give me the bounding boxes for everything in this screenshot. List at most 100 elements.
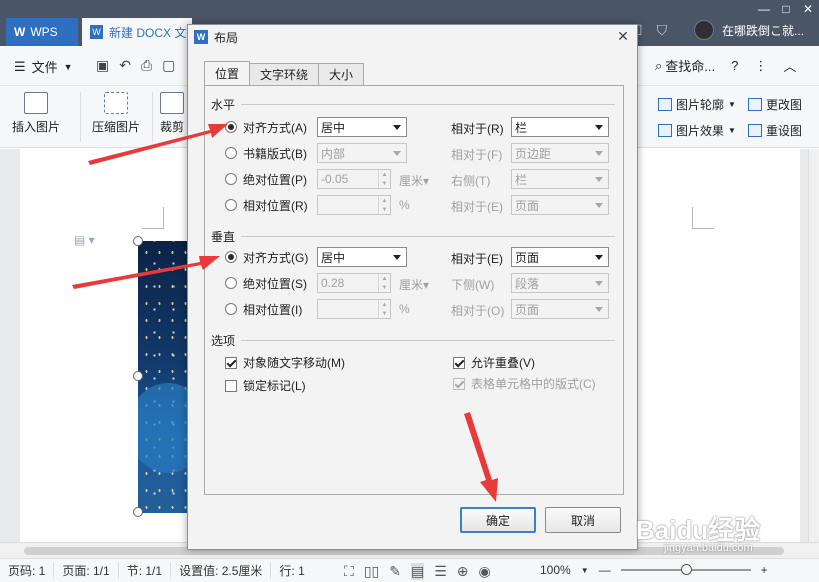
resize-handle-bottom-left[interactable] [133, 507, 143, 517]
h-relative-relative-select[interactable]: 页面 [511, 195, 609, 215]
pen-icon[interactable]: ✎ [389, 563, 401, 580]
v-alignment-select[interactable]: 居中 [317, 247, 407, 267]
insert-picture-button[interactable]: 插入图片 [12, 92, 60, 135]
cancel-button[interactable]: 取消 [545, 507, 621, 533]
dialog-title-bar[interactable]: W 布局 [188, 25, 637, 49]
outline-view-icon[interactable]: ☰ [434, 563, 447, 580]
compress-picture-button[interactable]: 压缩图片 [92, 92, 140, 135]
picture-outline-button[interactable]: 图片轮廓 ▼ [658, 96, 736, 113]
v-alignment-relative-select[interactable]: 页面 [511, 247, 609, 267]
h-absolute-radio[interactable] [225, 173, 237, 185]
spinner-arrows-icon[interactable]: ▲ ▼ [378, 274, 390, 292]
zoom-control: 100% ▼ — + [540, 563, 768, 577]
eye-protection-icon[interactable]: ◉ [479, 563, 491, 580]
h-book-layout-radio[interactable] [225, 147, 237, 159]
dialog-close-icon[interactable]: ✕ [615, 28, 631, 44]
h-relative-spinner[interactable]: ▲ ▼ [317, 195, 391, 215]
search-command[interactable]: ⌕ 查找命... [655, 56, 715, 75]
outline-icon [658, 98, 672, 111]
file-menu-label: 文件 [31, 60, 58, 75]
v-alignment-radio[interactable] [225, 251, 237, 263]
layout-in-cell-checkbox[interactable]: 表格单元格中的版式(C) [453, 375, 596, 392]
h-absolute-relative-select[interactable]: 栏 [511, 169, 609, 189]
v-absolute-spinner[interactable]: 0.28 ▲ ▼ [317, 273, 391, 293]
tab-position[interactable]: 位置 [204, 61, 251, 85]
h-absolute-spinner[interactable]: -0.05 ▲ ▼ [317, 169, 391, 189]
v-absolute-relative-select[interactable]: 段落 [511, 273, 609, 293]
close-button[interactable]: ✕ [797, 0, 819, 18]
fullscreen-icon[interactable]: ⛶ [344, 563, 354, 580]
chevron-down-icon[interactable]: ▼ [581, 566, 589, 575]
crop-button[interactable]: 裁剪 [160, 92, 184, 135]
h-alignment-relative-select[interactable]: 栏 [511, 117, 609, 137]
wps-logo-icon: W [194, 30, 208, 44]
h-relative-radio[interactable] [225, 199, 237, 211]
document-tab-label: 新建 DOCX 文 [109, 25, 187, 40]
zoom-in-button[interactable]: + [761, 563, 768, 577]
menubar-right: ⌕ 查找命... ? ⋮ ︿ [655, 56, 796, 75]
save-icon[interactable]: ▣ [96, 57, 109, 74]
minimize-button[interactable]: — [753, 0, 775, 18]
resize-handle-middle-left[interactable] [133, 371, 143, 381]
move-with-text-checkbox[interactable]: 对象随文字移动(M) [225, 354, 345, 371]
document-tab[interactable]: W 新建 DOCX 文 [82, 18, 192, 46]
v-absolute-unit[interactable]: 厘米▾ [399, 276, 429, 293]
paragraph-menu-icon[interactable]: ▤ ▾ [74, 233, 95, 247]
zoom-out-button[interactable]: — [599, 563, 611, 577]
file-menu[interactable]: ☰ 文件 ▼ [14, 57, 73, 76]
help-icon[interactable]: ? [731, 58, 738, 73]
hamburger-icon: ☰ [14, 58, 26, 74]
status-page-count: 页面: 1/1 [54, 562, 119, 579]
h-absolute-value: -0.05 [321, 172, 349, 186]
v-relative-relative-select[interactable]: 页面 [511, 299, 609, 319]
preview-icon[interactable]: ▢ [162, 57, 175, 74]
print-icon[interactable]: ⎙ [141, 57, 152, 74]
spinner-arrows-icon[interactable]: ▲ ▼ [378, 300, 390, 318]
reading-view-icon[interactable]: ▯▯ [364, 563, 379, 580]
h-relative-relative-label: 相对于(E) [451, 200, 503, 214]
spinner-arrows-icon[interactable]: ▲ ▼ [378, 170, 390, 188]
h-relative-unit: % [399, 198, 410, 212]
change-picture-button[interactable]: 更改图 [748, 96, 802, 113]
page-view-icon[interactable]: ▤ [410, 563, 425, 580]
picture-effects-button[interactable]: 图片效果 ▼ [658, 122, 736, 139]
web-view-icon[interactable]: ⊕ [457, 563, 469, 580]
dialog-tabs: 位置 文字环绕 大小 [204, 61, 365, 85]
status-position: 设置值: 2.5厘米 [171, 562, 272, 579]
baidu-watermark-url: jingyan.baidu.com [664, 542, 753, 554]
allow-overlap-checkbox[interactable]: 允许重叠(V) [453, 354, 535, 371]
chevron-down-icon: ▼ [728, 100, 736, 109]
ok-button[interactable]: 确定 [460, 507, 536, 533]
h-book-layout-select[interactable]: 内部 [317, 143, 407, 163]
maximize-button[interactable]: □ [775, 0, 797, 18]
zoom-slider[interactable] [620, 564, 751, 575]
more-icon[interactable]: ⋮ [754, 58, 767, 74]
tab-text-wrapping[interactable]: 文字环绕 [249, 63, 320, 85]
h-book-layout-relative-select[interactable]: 页边距 [511, 143, 609, 163]
vertical-scrollbar[interactable] [808, 149, 819, 542]
reset-picture-button[interactable]: 重设图 [748, 122, 802, 139]
v-absolute-radio[interactable] [225, 277, 237, 289]
crop-label: 裁剪 [160, 120, 185, 134]
h-absolute-unit[interactable]: 厘米▾ [399, 172, 429, 189]
h-alignment-select[interactable]: 居中 [317, 117, 407, 137]
resize-handle-top-left[interactable] [133, 236, 143, 246]
h-alignment-radio[interactable] [225, 121, 237, 133]
crop-icon [160, 92, 184, 114]
v-relative-spinner[interactable]: ▲ ▼ [317, 299, 391, 319]
spinner-arrows-icon[interactable]: ▲ ▼ [378, 196, 390, 214]
v-relative-radio[interactable] [225, 303, 237, 315]
undo-icon[interactable]: ↶ [119, 57, 131, 74]
night-sky-picture[interactable] [138, 241, 188, 513]
shirt-icon[interactable]: ⛉ [657, 22, 668, 39]
zoom-slider-knob[interactable] [680, 564, 692, 575]
collapse-ribbon-icon[interactable]: ︿ [783, 56, 796, 75]
allow-overlap-label: 允许重叠(V) [471, 356, 535, 370]
tab-size[interactable]: 大小 [318, 63, 365, 85]
wps-app-tab[interactable]: W WPS [6, 18, 78, 46]
zoom-level[interactable]: 100% [540, 563, 571, 577]
move-with-text-label: 对象随文字移动(M) [243, 356, 345, 370]
user-account[interactable]: 在哪跌倒こ就... [694, 20, 804, 40]
user-name: 在哪跌倒こ就... [722, 23, 805, 38]
lock-anchor-checkbox[interactable]: 锁定标记(L) [225, 377, 306, 394]
